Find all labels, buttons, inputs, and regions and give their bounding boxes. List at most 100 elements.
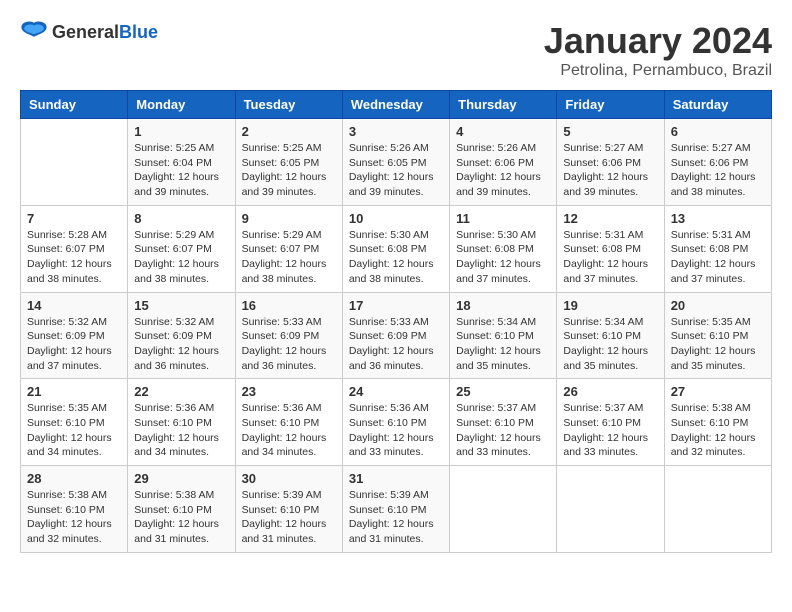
day-number: 10 bbox=[349, 211, 443, 226]
day-number: 16 bbox=[242, 298, 336, 313]
day-cell: 3 Sunrise: 5:26 AM Sunset: 6:05 PM Daylig… bbox=[342, 119, 449, 206]
day-number: 23 bbox=[242, 384, 336, 399]
weekday-header-sunday: Sunday bbox=[21, 91, 128, 119]
day-info: Sunrise: 5:36 AM Sunset: 6:10 PM Dayligh… bbox=[349, 401, 443, 460]
calendar-table: SundayMondayTuesdayWednesdayThursdayFrid… bbox=[20, 90, 772, 553]
logo-bird-icon bbox=[20, 20, 48, 44]
weekday-header-monday: Monday bbox=[128, 91, 235, 119]
logo-text: GeneralBlue bbox=[52, 22, 158, 43]
day-cell: 9 Sunrise: 5:29 AM Sunset: 6:07 PM Daylig… bbox=[235, 205, 342, 292]
day-number: 4 bbox=[456, 124, 550, 139]
day-number: 19 bbox=[563, 298, 657, 313]
day-info: Sunrise: 5:35 AM Sunset: 6:10 PM Dayligh… bbox=[27, 401, 121, 460]
day-number: 3 bbox=[349, 124, 443, 139]
day-number: 21 bbox=[27, 384, 121, 399]
title-block: January 2024 Petrolina, Pernambuco, Braz… bbox=[544, 20, 772, 80]
day-cell: 20 Sunrise: 5:35 AM Sunset: 6:10 PM Dayli… bbox=[664, 292, 771, 379]
day-number: 29 bbox=[134, 471, 228, 486]
week-row-1: 1 Sunrise: 5:25 AM Sunset: 6:04 PM Daylig… bbox=[21, 119, 772, 206]
day-info: Sunrise: 5:39 AM Sunset: 6:10 PM Dayligh… bbox=[242, 488, 336, 547]
week-row-2: 7Sunrise: 5:28 AM Sunset: 6:07 PM Daylig… bbox=[21, 205, 772, 292]
day-cell: 16 Sunrise: 5:33 AM Sunset: 6:09 PM Dayli… bbox=[235, 292, 342, 379]
day-cell: 25 Sunrise: 5:37 AM Sunset: 6:10 PM Dayli… bbox=[450, 379, 557, 466]
day-info: Sunrise: 5:26 AM Sunset: 6:06 PM Dayligh… bbox=[456, 141, 550, 200]
day-number: 24 bbox=[349, 384, 443, 399]
day-cell: 23 Sunrise: 5:36 AM Sunset: 6:10 PM Dayli… bbox=[235, 379, 342, 466]
day-number: 26 bbox=[563, 384, 657, 399]
day-cell: 18Sunrise: 5:34 AM Sunset: 6:10 PM Dayli… bbox=[450, 292, 557, 379]
day-info: Sunrise: 5:37 AM Sunset: 6:10 PM Dayligh… bbox=[456, 401, 550, 460]
day-info: Sunrise: 5:29 AM Sunset: 6:07 PM Dayligh… bbox=[242, 228, 336, 287]
day-cell: 8 Sunrise: 5:29 AM Sunset: 6:07 PM Daylig… bbox=[128, 205, 235, 292]
day-cell: 7Sunrise: 5:28 AM Sunset: 6:07 PM Daylig… bbox=[21, 205, 128, 292]
day-cell bbox=[664, 466, 771, 553]
day-cell: 17 Sunrise: 5:33 AM Sunset: 6:09 PM Dayli… bbox=[342, 292, 449, 379]
weekday-header-wednesday: Wednesday bbox=[342, 91, 449, 119]
day-info: Sunrise: 5:33 AM Sunset: 6:09 PM Dayligh… bbox=[349, 315, 443, 374]
day-cell: 14 Sunrise: 5:32 AM Sunset: 6:09 PM Dayli… bbox=[21, 292, 128, 379]
day-info: Sunrise: 5:37 AM Sunset: 6:10 PM Dayligh… bbox=[563, 401, 657, 460]
day-info: Sunrise: 5:38 AM Sunset: 6:10 PM Dayligh… bbox=[27, 488, 121, 547]
day-info: Sunrise: 5:35 AM Sunset: 6:10 PM Dayligh… bbox=[671, 315, 765, 374]
day-cell: 5Sunrise: 5:27 AM Sunset: 6:06 PM Daylig… bbox=[557, 119, 664, 206]
day-cell bbox=[21, 119, 128, 206]
day-info: Sunrise: 5:32 AM Sunset: 6:09 PM Dayligh… bbox=[134, 315, 228, 374]
day-info: Sunrise: 5:38 AM Sunset: 6:10 PM Dayligh… bbox=[134, 488, 228, 547]
day-number: 20 bbox=[671, 298, 765, 313]
day-info: Sunrise: 5:31 AM Sunset: 6:08 PM Dayligh… bbox=[563, 228, 657, 287]
day-info: Sunrise: 5:36 AM Sunset: 6:10 PM Dayligh… bbox=[242, 401, 336, 460]
day-number: 12 bbox=[563, 211, 657, 226]
week-row-3: 14 Sunrise: 5:32 AM Sunset: 6:09 PM Dayli… bbox=[21, 292, 772, 379]
day-cell: 6Sunrise: 5:27 AM Sunset: 6:06 PM Daylig… bbox=[664, 119, 771, 206]
day-cell: 12 Sunrise: 5:31 AM Sunset: 6:08 PM Dayli… bbox=[557, 205, 664, 292]
day-number: 18 bbox=[456, 298, 550, 313]
day-cell: 27Sunrise: 5:38 AM Sunset: 6:10 PM Dayli… bbox=[664, 379, 771, 466]
day-cell: 1 Sunrise: 5:25 AM Sunset: 6:04 PM Daylig… bbox=[128, 119, 235, 206]
day-cell: 21 Sunrise: 5:35 AM Sunset: 6:10 PM Dayli… bbox=[21, 379, 128, 466]
day-cell bbox=[450, 466, 557, 553]
day-number: 31 bbox=[349, 471, 443, 486]
day-cell: 22 Sunrise: 5:36 AM Sunset: 6:10 PM Dayli… bbox=[128, 379, 235, 466]
day-info: Sunrise: 5:26 AM Sunset: 6:05 PM Dayligh… bbox=[349, 141, 443, 200]
location: Petrolina, Pernambuco, Brazil bbox=[544, 62, 772, 80]
day-number: 22 bbox=[134, 384, 228, 399]
day-info: Sunrise: 5:36 AM Sunset: 6:10 PM Dayligh… bbox=[134, 401, 228, 460]
day-number: 25 bbox=[456, 384, 550, 399]
day-cell: 15Sunrise: 5:32 AM Sunset: 6:09 PM Dayli… bbox=[128, 292, 235, 379]
day-info: Sunrise: 5:32 AM Sunset: 6:09 PM Dayligh… bbox=[27, 315, 121, 374]
day-info: Sunrise: 5:30 AM Sunset: 6:08 PM Dayligh… bbox=[349, 228, 443, 287]
weekday-header-thursday: Thursday bbox=[450, 91, 557, 119]
day-number: 13 bbox=[671, 211, 765, 226]
day-cell: 19 Sunrise: 5:34 AM Sunset: 6:10 PM Dayli… bbox=[557, 292, 664, 379]
day-number: 1 bbox=[134, 124, 228, 139]
day-info: Sunrise: 5:33 AM Sunset: 6:09 PM Dayligh… bbox=[242, 315, 336, 374]
weekday-header-saturday: Saturday bbox=[664, 91, 771, 119]
day-number: 27 bbox=[671, 384, 765, 399]
weekday-header-tuesday: Tuesday bbox=[235, 91, 342, 119]
page-header: GeneralBlue January 2024 Petrolina, Pern… bbox=[20, 20, 772, 80]
day-cell bbox=[557, 466, 664, 553]
day-cell: 13 Sunrise: 5:31 AM Sunset: 6:08 PM Dayli… bbox=[664, 205, 771, 292]
day-number: 9 bbox=[242, 211, 336, 226]
day-info: Sunrise: 5:30 AM Sunset: 6:08 PM Dayligh… bbox=[456, 228, 550, 287]
day-info: Sunrise: 5:29 AM Sunset: 6:07 PM Dayligh… bbox=[134, 228, 228, 287]
day-number: 14 bbox=[27, 298, 121, 313]
day-info: Sunrise: 5:25 AM Sunset: 6:05 PM Dayligh… bbox=[242, 141, 336, 200]
day-number: 8 bbox=[134, 211, 228, 226]
day-cell: 29 Sunrise: 5:38 AM Sunset: 6:10 PM Dayli… bbox=[128, 466, 235, 553]
day-number: 17 bbox=[349, 298, 443, 313]
day-info: Sunrise: 5:27 AM Sunset: 6:06 PM Dayligh… bbox=[563, 141, 657, 200]
day-info: Sunrise: 5:25 AM Sunset: 6:04 PM Dayligh… bbox=[134, 141, 228, 200]
week-row-4: 21 Sunrise: 5:35 AM Sunset: 6:10 PM Dayli… bbox=[21, 379, 772, 466]
weekday-header-friday: Friday bbox=[557, 91, 664, 119]
day-number: 11 bbox=[456, 211, 550, 226]
day-cell: 4 Sunrise: 5:26 AM Sunset: 6:06 PM Daylig… bbox=[450, 119, 557, 206]
day-number: 6 bbox=[671, 124, 765, 139]
day-cell: 24 Sunrise: 5:36 AM Sunset: 6:10 PM Dayli… bbox=[342, 379, 449, 466]
day-number: 30 bbox=[242, 471, 336, 486]
day-info: Sunrise: 5:34 AM Sunset: 6:10 PM Dayligh… bbox=[563, 315, 657, 374]
day-cell: 11 Sunrise: 5:30 AM Sunset: 6:08 PM Dayli… bbox=[450, 205, 557, 292]
weekday-header-row: SundayMondayTuesdayWednesdayThursdayFrid… bbox=[21, 91, 772, 119]
day-cell: 28Sunrise: 5:38 AM Sunset: 6:10 PM Dayli… bbox=[21, 466, 128, 553]
day-info: Sunrise: 5:31 AM Sunset: 6:08 PM Dayligh… bbox=[671, 228, 765, 287]
